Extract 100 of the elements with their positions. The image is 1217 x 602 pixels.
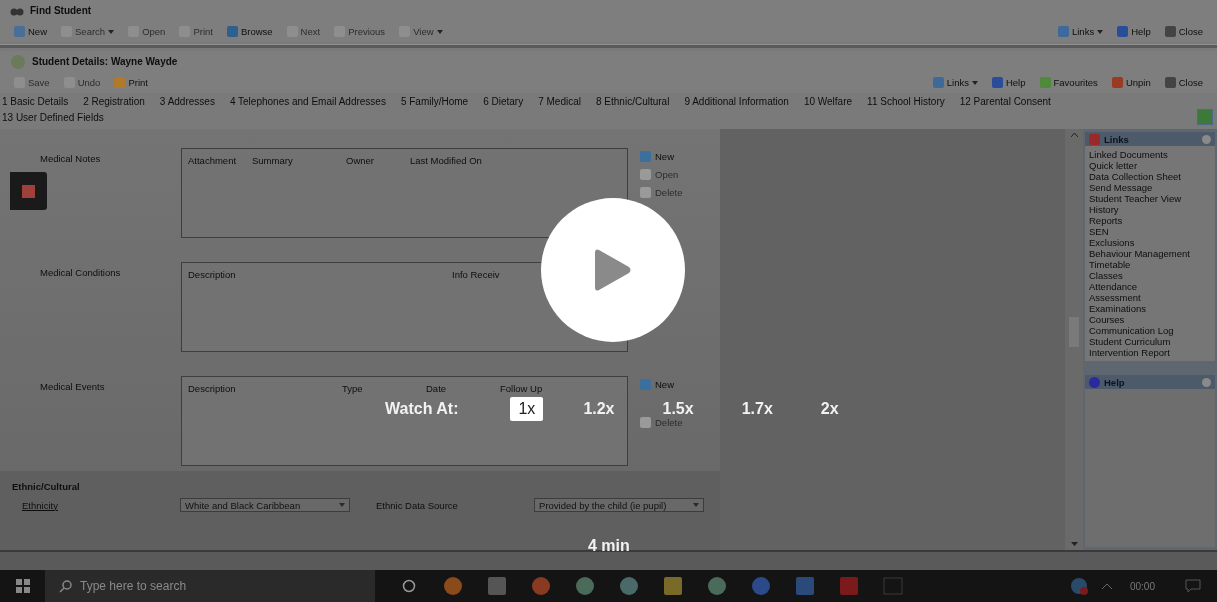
- panel-link[interactable]: Student Teacher View: [1089, 193, 1211, 204]
- tab[interactable]: 10 Welfare: [803, 96, 853, 107]
- panel-link[interactable]: Attendance: [1089, 281, 1211, 292]
- tab[interactable]: 9 Additional Information: [684, 96, 789, 107]
- panel-link[interactable]: Quick letter: [1089, 160, 1211, 171]
- toolbar-icon: [1111, 77, 1123, 88]
- panel-link[interactable]: Courses: [1089, 314, 1211, 325]
- panel-link[interactable]: Exclusions: [1089, 237, 1211, 248]
- toolbar-icon: [991, 77, 1003, 88]
- speed-label: Watch At:: [385, 400, 459, 418]
- app-icon[interactable]: [708, 577, 726, 595]
- panel-title: Help: [1104, 376, 1125, 388]
- document-icon: [640, 379, 651, 390]
- play-icon: [595, 248, 631, 292]
- notification-icon[interactable]: [1185, 579, 1201, 593]
- app-icon[interactable]: [620, 577, 638, 595]
- toolbar-icon: [1117, 26, 1129, 37]
- action-button[interactable]: New: [640, 151, 720, 162]
- panel-link[interactable]: Behaviour Management: [1089, 248, 1211, 259]
- scroll-down-icon[interactable]: [1070, 542, 1078, 546]
- chevron-up-icon[interactable]: [1101, 583, 1112, 589]
- data-grid[interactable]: Attachment Summary Owner Last Modified On: [181, 148, 628, 238]
- toolbar-icon: [114, 77, 126, 88]
- column-header: Follow Up: [500, 383, 544, 394]
- toolbar-icon: [1057, 26, 1069, 37]
- tab[interactable]: 13 User Defined Fields: [2, 112, 104, 123]
- panel-link[interactable]: Timetable: [1089, 259, 1211, 270]
- collapse-icon[interactable]: [1202, 134, 1211, 144]
- students-icon: [10, 53, 26, 70]
- panel-link[interactable]: Reports: [1089, 215, 1211, 226]
- column-header: Type: [342, 383, 364, 394]
- panel-link[interactable]: History: [1089, 204, 1211, 215]
- document-icon: [640, 187, 651, 198]
- stop-button[interactable]: [10, 172, 47, 210]
- help-icon[interactable]: [1069, 577, 1088, 595]
- toolbar-button[interactable]: Links: [1053, 26, 1108, 37]
- panel-link[interactable]: Send Message: [1089, 182, 1211, 193]
- toolbar-button[interactable]: Links: [928, 77, 982, 88]
- tab[interactable]: 5 Family/Home: [400, 96, 469, 107]
- toolbar-button[interactable]: Close: [1160, 77, 1207, 88]
- help-icon: [1089, 376, 1100, 388]
- app-icon[interactable]: [444, 577, 462, 595]
- speed-option[interactable]: 1.2x: [575, 397, 623, 421]
- speed-option[interactable]: 1.7x: [733, 397, 781, 421]
- tab[interactable]: 7 Medical: [538, 96, 581, 107]
- field-label: Ethnic Data Source: [375, 499, 459, 511]
- toolbar-button[interactable]: Favourites: [1035, 77, 1102, 88]
- tab[interactable]: 4 Telephones and Email Addresses: [229, 96, 386, 107]
- speed-option[interactable]: 2x: [812, 397, 847, 421]
- panel-title: Links: [1104, 133, 1129, 145]
- caret-icon: [693, 503, 699, 507]
- toolbar-button[interactable]: Help: [987, 77, 1030, 88]
- panel-link[interactable]: Communication Log: [1089, 325, 1211, 336]
- toolbar-icon: [1164, 77, 1176, 88]
- windows-icon[interactable]: [15, 579, 30, 593]
- search-icon: [59, 580, 72, 593]
- dropdown[interactable]: White and Black Caribbean: [180, 498, 350, 512]
- dropdown[interactable]: Provided by the child (ie pupil): [534, 498, 704, 512]
- tab[interactable]: 2 Registration: [83, 96, 145, 107]
- column-header: Last Modified On: [410, 155, 483, 166]
- toolbar-button[interactable]: Help: [1113, 26, 1155, 37]
- column-header: Date: [426, 383, 448, 394]
- tab[interactable]: 6 Dietary: [483, 96, 524, 107]
- section-label: Medical Conditions: [40, 267, 122, 278]
- toolbar-button[interactable]: Close: [1160, 26, 1207, 37]
- tab[interactable]: 1 Basic Details: [2, 96, 69, 107]
- document-icon: [640, 151, 651, 162]
- panel-link[interactable]: SEN: [1089, 226, 1211, 237]
- panel-link[interactable]: Data Collection Sheet: [1089, 171, 1211, 182]
- app-icon[interactable]: [576, 577, 594, 595]
- section-heading: Ethnic/Cultural: [12, 481, 81, 492]
- circle-icon[interactable]: [402, 579, 416, 593]
- field-label: Ethnicity: [21, 499, 59, 511]
- panel-link[interactable]: Assessment: [1089, 292, 1211, 303]
- toolbar-button[interactable]: Print: [110, 77, 152, 88]
- section-label: Medical Events: [40, 381, 106, 392]
- panel-link[interactable]: Classes: [1089, 270, 1211, 281]
- collapse-icon[interactable]: [1202, 377, 1211, 387]
- speed-option[interactable]: 1x: [510, 397, 544, 421]
- toolbar-button[interactable]: New: [10, 26, 51, 37]
- panel-link[interactable]: Student Curriculum: [1089, 336, 1211, 347]
- panel-link[interactable]: Intervention Report: [1089, 347, 1211, 358]
- panel-link[interactable]: Examinations: [1089, 303, 1211, 314]
- app-icon[interactable]: [752, 577, 770, 595]
- video-duration: 4 min: [588, 537, 630, 555]
- app-icon[interactable]: [532, 577, 550, 595]
- toolbar-button[interactable]: Unpin: [1107, 77, 1155, 88]
- document-icon: [640, 417, 651, 428]
- tab[interactable]: 8 Ethnic/Cultural: [596, 96, 670, 107]
- tab[interactable]: 11 School History: [867, 96, 945, 107]
- column-header: Attachment: [188, 155, 238, 166]
- tab[interactable]: 12 Parental Consent: [959, 96, 1051, 107]
- action-button[interactable]: New: [640, 379, 720, 390]
- column-header: Owner: [346, 155, 375, 166]
- scroll-up-icon[interactable]: [1070, 133, 1078, 137]
- search-field[interactable]: Type here to search: [45, 570, 375, 602]
- panel-link[interactable]: Linked Documents: [1089, 149, 1211, 160]
- toolbar-button[interactable]: Browse: [222, 26, 277, 37]
- tab[interactable]: 3 Addresses: [159, 96, 215, 107]
- toolbar-icon: [226, 26, 238, 37]
